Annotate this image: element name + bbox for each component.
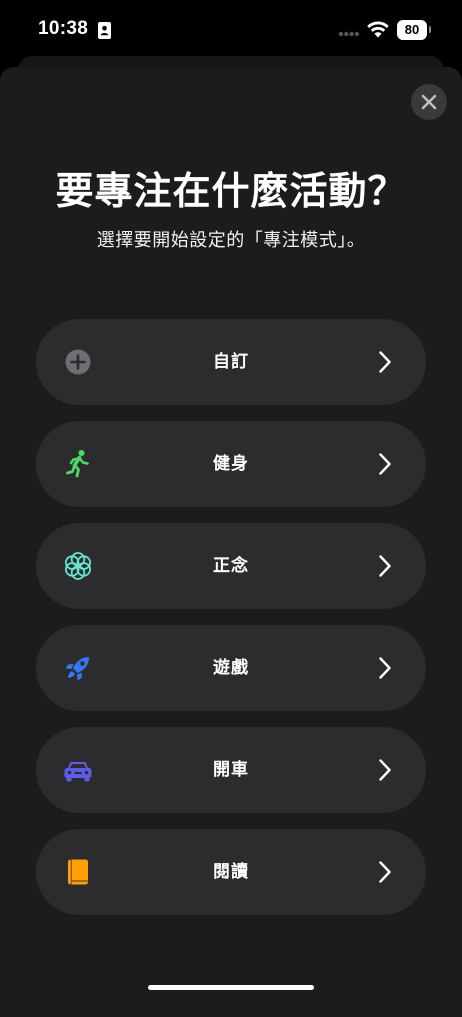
option-label: 閱讀 xyxy=(213,862,249,882)
close-button[interactable] xyxy=(411,84,447,120)
chevron-right-icon xyxy=(379,861,391,883)
status-time: 10:38 xyxy=(38,18,89,39)
option-label: 開車 xyxy=(213,760,249,780)
focus-option-fitness[interactable]: 健身 xyxy=(36,421,426,507)
option-label: 遊戲 xyxy=(213,658,249,678)
contact-card-icon xyxy=(98,22,111,39)
cellular-signal-icon xyxy=(338,31,360,37)
focus-option-custom[interactable]: 自訂 xyxy=(36,319,426,405)
battery-terminal xyxy=(429,26,431,33)
page-title: 要專注在什麼活動？ xyxy=(55,169,407,213)
focus-option-mindfulness[interactable]: 正念 xyxy=(36,523,426,609)
page-subtitle: 選擇要開始設定的「專注模式」。 xyxy=(96,230,366,251)
focus-option-driving[interactable]: 開車 xyxy=(36,727,426,813)
status-bar: 10:38 80 xyxy=(0,0,462,60)
wifi-icon xyxy=(367,21,389,38)
chevron-right-icon xyxy=(379,555,391,577)
chevron-right-icon xyxy=(379,657,391,679)
chevron-right-icon xyxy=(379,759,391,781)
option-label: 健身 xyxy=(213,454,249,474)
home-indicator[interactable] xyxy=(148,985,314,990)
battery-level: 80 xyxy=(397,20,427,40)
chevron-right-icon xyxy=(379,453,391,475)
focus-option-gaming[interactable]: 遊戲 xyxy=(36,625,426,711)
close-icon xyxy=(421,94,437,110)
option-label: 自訂 xyxy=(213,352,249,372)
option-label: 正念 xyxy=(213,556,249,576)
chevron-right-icon xyxy=(379,351,391,373)
focus-option-reading[interactable]: 閱讀 xyxy=(36,829,426,915)
